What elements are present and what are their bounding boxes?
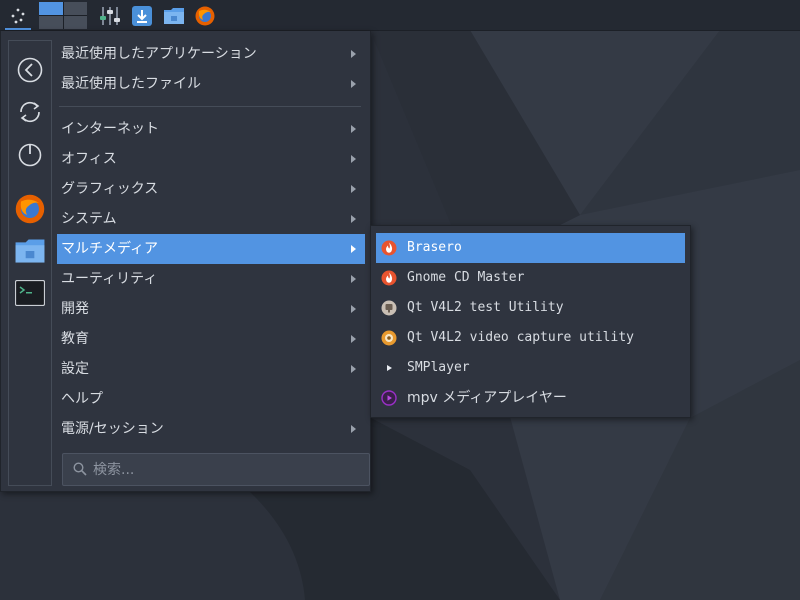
chevron-right-icon [351, 425, 356, 433]
category-label: ヘルプ [61, 391, 103, 407]
workspace-1[interactable] [39, 2, 63, 15]
download-icon [132, 5, 152, 26]
application-menu: 最近使用したアプリケーション 最近使用したファイル インターネット オフィス グ… [0, 31, 371, 492]
category-office[interactable]: オフィス [57, 144, 365, 174]
app-label: Qt V4L2 test Utility [407, 300, 564, 315]
category-label: 教育 [61, 331, 89, 347]
app-mpv[interactable]: mpv メディアプレイヤー [376, 383, 685, 413]
category-help[interactable]: ヘルプ [57, 384, 365, 414]
app-label: Qt V4L2 video capture utility [407, 330, 634, 345]
workspace-pager[interactable] [39, 2, 87, 29]
category-power-session[interactable]: 電源/セッション [57, 414, 365, 444]
category-multimedia[interactable]: マルチメディア [57, 234, 365, 264]
app-qv4l2[interactable]: Qt V4L2 test Utility [376, 293, 685, 323]
back-button[interactable] [9, 50, 51, 90]
chevron-right-icon [351, 50, 356, 58]
files-favorite[interactable] [9, 231, 51, 271]
app-smplayer[interactable]: SMPlayer [376, 353, 685, 383]
refresh-button[interactable] [9, 92, 51, 132]
gnome-cd-master-icon [381, 270, 397, 286]
app-label: SMPlayer [407, 360, 470, 375]
category-label: システム [61, 211, 117, 227]
mixer-icon [100, 6, 120, 25]
workspace-2[interactable] [63, 2, 87, 15]
category-list: 最近使用したアプリケーション 最近使用したファイル インターネット オフィス グ… [57, 39, 365, 444]
category-internet[interactable]: インターネット [57, 114, 365, 144]
category-label: 電源/セッション [61, 421, 164, 437]
search-box[interactable] [62, 453, 370, 486]
app-label: mpv メディアプレイヤー [407, 390, 567, 406]
menu-separator [59, 106, 361, 107]
category-system[interactable]: システム [57, 204, 365, 234]
multimedia-submenu: Brasero Gnome CD Master Qt V4L2 test Uti… [370, 225, 691, 418]
category-label: 最近使用したアプリケーション [61, 46, 257, 62]
category-label: マルチメディア [61, 241, 159, 257]
power-button[interactable] [9, 134, 51, 174]
category-label: 最近使用したファイル [61, 76, 201, 92]
app-brasero[interactable]: Brasero [376, 233, 685, 263]
power-icon [18, 143, 42, 167]
smplayer-icon [387, 365, 392, 371]
terminal-icon [15, 280, 45, 306]
category-graphics[interactable]: グラフィックス [57, 174, 365, 204]
category-settings[interactable]: 設定 [57, 354, 365, 384]
application-menu-button[interactable] [3, 0, 33, 31]
qv4l2-icon [381, 300, 397, 316]
firefox-favorite[interactable] [9, 189, 51, 229]
search-input[interactable] [93, 454, 363, 485]
category-label: オフィス [61, 151, 117, 167]
app-qvidcap[interactable]: Qt V4L2 video capture utility [376, 323, 685, 353]
firefox-launcher[interactable] [192, 0, 218, 31]
workspace-3[interactable] [39, 16, 63, 29]
top-panel [0, 0, 800, 31]
menu-sidebar [8, 40, 52, 486]
category-education[interactable]: 教育 [57, 324, 365, 354]
category-label: 開発 [61, 301, 89, 317]
category-recent-files[interactable]: 最近使用したファイル [57, 69, 365, 99]
chevron-right-icon [351, 80, 356, 88]
chevron-right-icon [351, 305, 356, 313]
chevron-right-icon [351, 125, 356, 133]
files-launcher[interactable] [161, 0, 187, 31]
mpv-icon [381, 390, 397, 406]
chevron-right-icon [351, 185, 356, 193]
chevron-right-icon [351, 155, 356, 163]
chevron-right-icon [351, 215, 356, 223]
download-launcher[interactable] [129, 0, 155, 31]
qvidcap-icon [381, 330, 397, 346]
category-recent-applications[interactable]: 最近使用したアプリケーション [57, 39, 365, 69]
terminal-favorite[interactable] [9, 273, 51, 313]
category-label: インターネット [61, 121, 159, 137]
category-label: 設定 [61, 361, 89, 377]
workspace-4[interactable] [63, 16, 87, 29]
chevron-right-icon [351, 245, 356, 253]
chevron-right-icon [351, 365, 356, 373]
brasero-icon [381, 240, 397, 256]
mixer-launcher[interactable] [97, 0, 123, 31]
folder-icon [164, 7, 184, 24]
app-label: Gnome CD Master [407, 270, 525, 285]
application-menu-icon [11, 8, 25, 23]
firefox-icon [195, 6, 215, 25]
back-icon [17, 57, 43, 83]
folder-icon [15, 239, 45, 263]
refresh-icon [20, 101, 40, 123]
search-icon [73, 462, 87, 476]
category-development[interactable]: 開発 [57, 294, 365, 324]
chevron-right-icon [351, 335, 356, 343]
category-label: グラフィックス [61, 181, 159, 197]
category-label: ユーティリティ [61, 271, 158, 287]
firefox-icon [15, 194, 45, 224]
chevron-right-icon [351, 275, 356, 283]
app-label: Brasero [407, 240, 462, 255]
category-utilities[interactable]: ユーティリティ [57, 264, 365, 294]
app-gnome-cd-master[interactable]: Gnome CD Master [376, 263, 685, 293]
